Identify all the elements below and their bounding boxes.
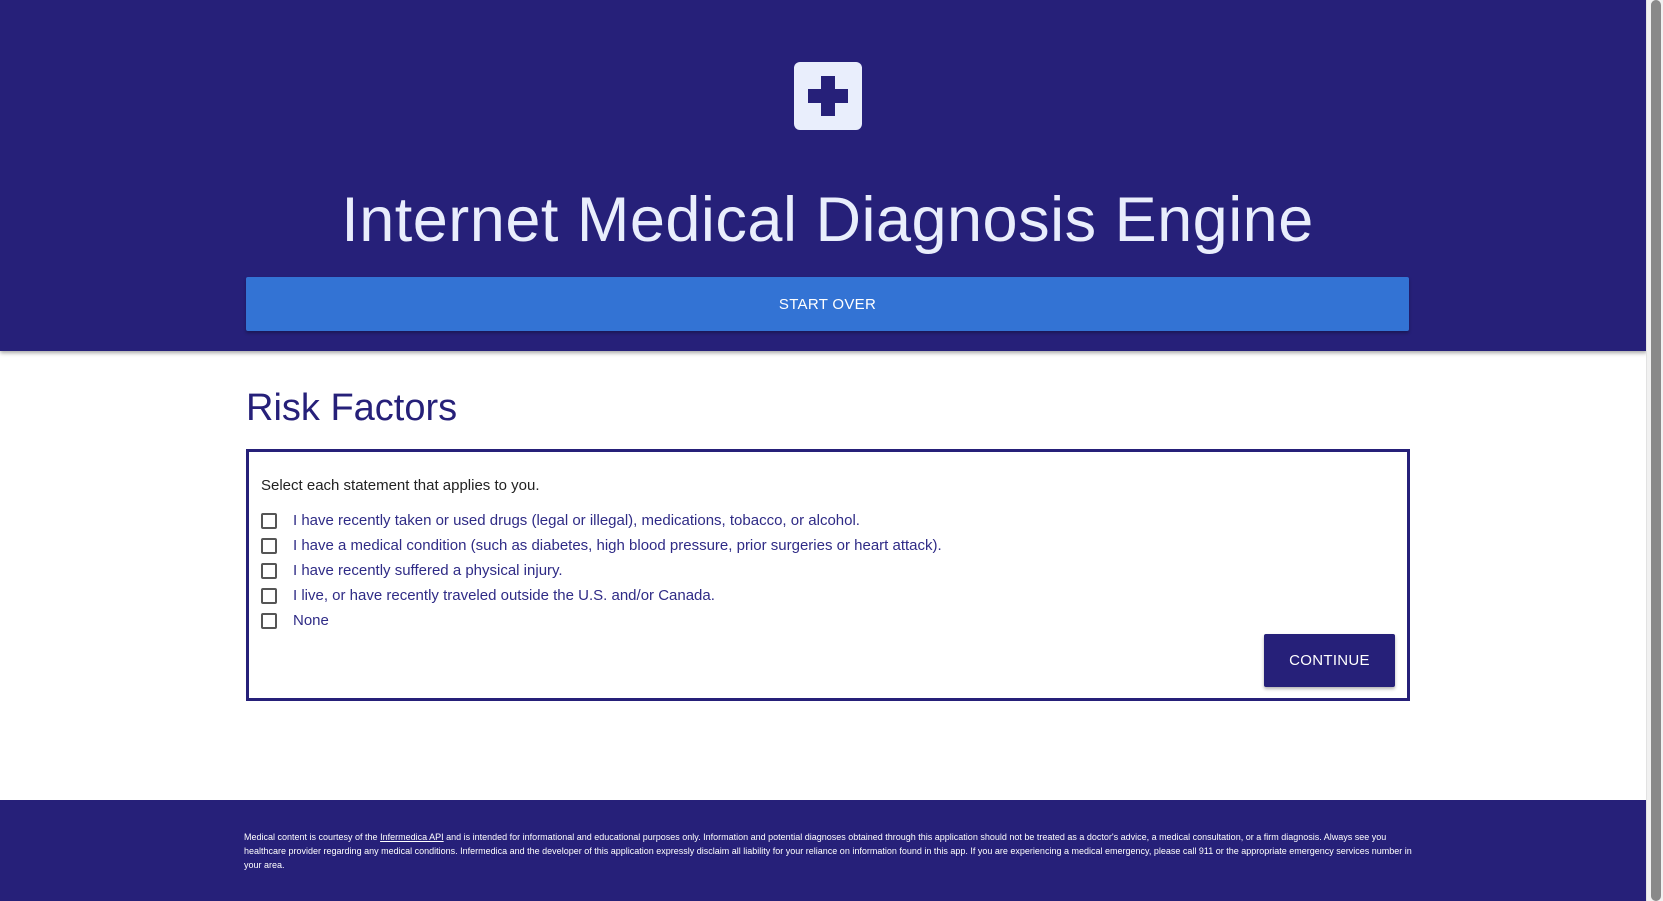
option-injury[interactable]: I have recently suffered a physical inju… bbox=[261, 560, 563, 582]
disclaimer-prefix: Medical content is courtesy of the bbox=[244, 832, 381, 842]
option-travel[interactable]: I live, or have recently traveled outsid… bbox=[261, 585, 715, 607]
checkbox[interactable] bbox=[261, 513, 277, 529]
option-label: None bbox=[293, 612, 329, 629]
option-medical-condition[interactable]: I have a medical condition (such as diab… bbox=[261, 535, 942, 557]
scrollbar-thumb[interactable] bbox=[1651, 0, 1661, 901]
instructions-text: Select each statement that applies to yo… bbox=[261, 477, 540, 494]
header: Internet Medical Diagnosis Engine START … bbox=[0, 0, 1647, 351]
risk-factors-card: Select each statement that applies to yo… bbox=[246, 449, 1410, 701]
checkbox[interactable] bbox=[261, 588, 277, 604]
disclaimer-text: Medical content is courtesy of the Infer… bbox=[244, 830, 1414, 872]
checkbox[interactable] bbox=[261, 538, 277, 554]
vertical-scrollbar[interactable] bbox=[1646, 0, 1663, 901]
start-over-button[interactable]: START OVER bbox=[246, 277, 1409, 331]
app-title: Internet Medical Diagnosis Engine bbox=[341, 185, 1314, 255]
section-title: Risk Factors bbox=[246, 387, 458, 429]
checkbox[interactable] bbox=[261, 563, 277, 579]
option-label: I have recently suffered a physical inju… bbox=[293, 562, 563, 579]
option-label: I have recently taken or used drugs (leg… bbox=[293, 512, 860, 529]
continue-button[interactable]: CONTINUE bbox=[1264, 634, 1395, 687]
footer: Medical content is courtesy of the Infer… bbox=[0, 800, 1647, 901]
medical-cross-icon bbox=[794, 62, 862, 130]
option-drugs[interactable]: I have recently taken or used drugs (leg… bbox=[261, 510, 860, 532]
option-none[interactable]: None bbox=[261, 610, 329, 632]
option-label: I have a medical condition (such as diab… bbox=[293, 537, 942, 554]
cross-horizontal-bar bbox=[808, 89, 848, 103]
option-label: I live, or have recently traveled outsid… bbox=[293, 587, 715, 604]
page: Internet Medical Diagnosis Engine START … bbox=[0, 0, 1663, 901]
checkbox[interactable] bbox=[261, 613, 277, 629]
infermedica-api-link[interactable]: Infermedica API bbox=[380, 832, 444, 842]
